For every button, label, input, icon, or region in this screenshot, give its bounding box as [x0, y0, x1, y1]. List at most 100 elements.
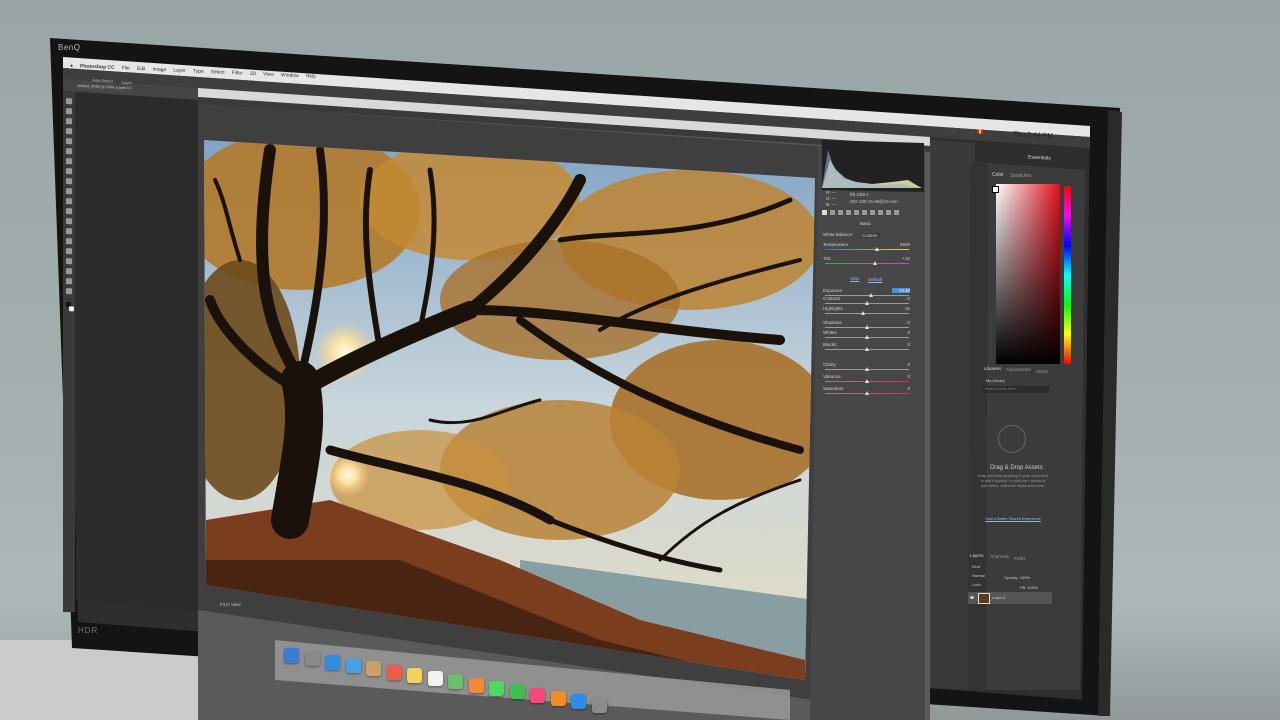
- effects-icon[interactable]: [870, 210, 875, 215]
- camera-calibration-icon[interactable]: [878, 210, 883, 215]
- hue-slider[interactable]: [1064, 186, 1071, 364]
- ibooks-icon[interactable]: [550, 690, 566, 706]
- zoom-level[interactable]: Fit in View: [220, 602, 241, 607]
- notes-icon[interactable]: [407, 667, 422, 683]
- facetime-icon[interactable]: [509, 684, 525, 700]
- menu-help[interactable]: Help: [306, 73, 316, 83]
- auto-button[interactable]: Auto: [850, 276, 859, 281]
- slider-thumb-exposure[interactable]: [869, 293, 874, 297]
- calendar-icon[interactable]: [386, 664, 402, 680]
- shape-tool-icon[interactable]: [66, 268, 72, 275]
- slider-thumb-tint[interactable]: [873, 261, 878, 265]
- slider-thumb-contrast[interactable]: [865, 301, 869, 305]
- maps-icon[interactable]: [448, 674, 463, 690]
- slider-value-temperature[interactable]: 5500: [892, 242, 910, 247]
- path-select-tool-icon[interactable]: [66, 258, 72, 265]
- menu-view[interactable]: View: [263, 71, 274, 81]
- tab-styles[interactable]: Styles: [1036, 369, 1048, 374]
- zoom-tool-icon[interactable]: [66, 288, 72, 295]
- contacts-icon[interactable]: [366, 661, 381, 677]
- menu-3d[interactable]: 3D: [250, 71, 256, 81]
- move-tool-icon[interactable]: [66, 98, 72, 105]
- blur-tool-icon[interactable]: [66, 218, 72, 225]
- dodge-tool-icon[interactable]: [66, 228, 72, 235]
- default-button[interactable]: Default: [868, 277, 882, 282]
- marquee-tool-icon[interactable]: [66, 108, 72, 115]
- tab-paths[interactable]: Paths: [1014, 556, 1026, 561]
- type-tool-icon[interactable]: [66, 248, 72, 255]
- slider-value-tint[interactable]: +10: [892, 256, 910, 261]
- background-color-swatch[interactable]: [69, 306, 74, 312]
- fill-field[interactable]: Fill: 100%: [1020, 585, 1038, 590]
- menu-edit[interactable]: Edit: [137, 66, 146, 76]
- itunes-icon[interactable]: [530, 687, 545, 703]
- menu-layer[interactable]: Layer: [173, 68, 186, 79]
- layer-option[interactable]: Layer: [122, 80, 132, 85]
- slider-thumb-highlights[interactable]: [860, 311, 865, 315]
- appstore-icon[interactable]: [571, 694, 586, 710]
- auto-select-option[interactable]: Auto-Select: [92, 78, 113, 84]
- split-toning-icon[interactable]: [854, 210, 859, 215]
- flag-icon[interactable]: [977, 129, 983, 134]
- brush-tool-icon[interactable]: [66, 168, 72, 175]
- library-selector[interactable]: My Library: [986, 378, 1005, 383]
- slider-thumb-temperature[interactable]: [875, 247, 880, 251]
- tab-adjustments[interactable]: Adjustments: [1006, 367, 1031, 372]
- visibility-eye-icon[interactable]: [970, 596, 974, 599]
- color-field[interactable]: [996, 184, 1060, 364]
- snapshots-icon[interactable]: [894, 210, 899, 215]
- apple-icon[interactable]: ●: [70, 63, 73, 73]
- eraser-tool-icon[interactable]: [66, 198, 72, 205]
- mail-icon[interactable]: [345, 657, 361, 673]
- slider-thumb-clarity[interactable]: [865, 367, 869, 371]
- tab-layers[interactable]: Layers: [970, 553, 984, 558]
- tab-color[interactable]: Color: [992, 172, 1004, 178]
- wifi-icon[interactable]: [950, 128, 956, 134]
- healing-tool-icon[interactable]: [66, 158, 72, 165]
- photos-icon[interactable]: [468, 677, 484, 693]
- basic-panel-icon[interactable]: [822, 210, 827, 215]
- slider-thumb-blacks[interactable]: [865, 347, 869, 351]
- opacity-field[interactable]: Opacity: 100%: [1004, 575, 1030, 580]
- lens-corrections-icon[interactable]: [862, 210, 867, 215]
- slider-value-whites[interactable]: 0: [892, 330, 910, 335]
- library-search-input[interactable]: Search Adobe Stock: [982, 386, 1049, 393]
- tone-curve-icon[interactable]: [830, 210, 835, 215]
- slider-value-highlights[interactable]: -15: [892, 306, 910, 311]
- presets-icon[interactable]: [886, 210, 891, 215]
- tab-libraries[interactable]: Libraries: [984, 366, 1001, 371]
- menu-filter[interactable]: Filter: [232, 70, 243, 80]
- foreground-swatch[interactable]: [992, 186, 999, 193]
- slider-value-vibrance[interactable]: 0: [892, 374, 910, 379]
- shared-experience-link[interactable]: Start a Better Shared Experience: [978, 517, 1048, 522]
- menu-type[interactable]: Type: [193, 68, 204, 78]
- menu-file[interactable]: File: [122, 65, 130, 75]
- messages-icon[interactable]: [489, 681, 504, 696]
- preferences-icon[interactable]: [591, 697, 607, 713]
- white-balance-dropdown[interactable]: Custom: [860, 233, 880, 238]
- battery-icon[interactable]: [961, 128, 972, 136]
- menu-window[interactable]: Window: [281, 72, 299, 83]
- layer-filter-kind[interactable]: Kind: [972, 564, 980, 569]
- slider-thumb-shadows[interactable]: [865, 325, 869, 329]
- tab-channels[interactable]: Channels: [990, 554, 1009, 559]
- slider-value-exposure[interactable]: +0.40: [892, 288, 910, 293]
- tab-swatches[interactable]: Swatches: [1010, 173, 1032, 179]
- workspace-switcher[interactable]: Essentials: [1028, 154, 1051, 161]
- layer-name[interactable]: Layer 0: [992, 595, 1005, 600]
- gradient-tool-icon[interactable]: [66, 208, 72, 215]
- detail-icon[interactable]: [838, 210, 843, 215]
- slider-thumb-whites[interactable]: [865, 335, 869, 339]
- slider-thumb-saturation[interactable]: [865, 391, 869, 395]
- launchpad-icon[interactable]: [304, 651, 320, 667]
- hand-tool-icon[interactable]: [66, 278, 72, 285]
- slider-value-saturation[interactable]: 0: [892, 386, 910, 391]
- slider-track-temperature[interactable]: [825, 249, 909, 250]
- slider-value-clarity[interactable]: 0: [892, 362, 910, 367]
- crop-tool-icon[interactable]: [66, 138, 72, 145]
- pen-tool-icon[interactable]: [66, 238, 72, 245]
- slider-track-tint[interactable]: [825, 263, 909, 264]
- menu-select[interactable]: Select: [211, 69, 225, 80]
- lasso-tool-icon[interactable]: [66, 118, 72, 125]
- eyedropper-tool-icon[interactable]: [66, 148, 72, 155]
